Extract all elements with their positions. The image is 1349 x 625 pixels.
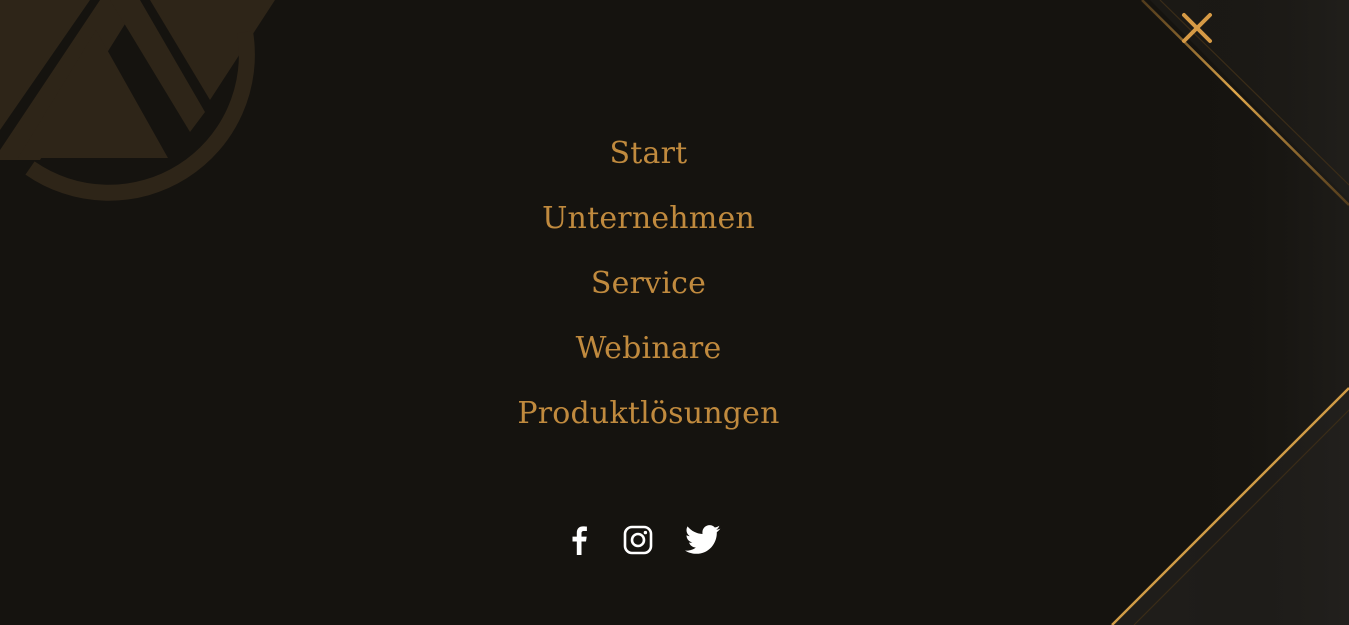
twitter-link[interactable] <box>682 518 724 562</box>
instagram-link[interactable] <box>618 518 658 562</box>
menu-link-service[interactable]: Service <box>591 260 706 308</box>
facebook-icon <box>572 526 587 555</box>
menu-overlay: Start Unternehmen Service Webinare Produ… <box>0 0 1349 625</box>
social-links <box>560 518 724 562</box>
main-menu: Start Unternehmen Service Webinare Produ… <box>0 130 1297 455</box>
close-icon <box>1182 13 1212 43</box>
menu-item-unternehmen: Unternehmen <box>0 195 1297 260</box>
menu-link-produktloesungen[interactable]: Produktlösungen <box>517 390 779 438</box>
menu-link-unternehmen[interactable]: Unternehmen <box>542 195 755 243</box>
instagram-icon <box>623 525 653 555</box>
menu-link-start[interactable]: Start <box>610 130 688 178</box>
close-button[interactable] <box>1176 8 1218 48</box>
menu-item-webinare: Webinare <box>0 325 1297 390</box>
menu-item-produktloesungen: Produktlösungen <box>0 390 1297 455</box>
facebook-link[interactable] <box>560 518 598 562</box>
menu-link-webinare[interactable]: Webinare <box>576 325 722 373</box>
twitter-icon <box>685 525 721 554</box>
menu-item-start: Start <box>0 130 1297 195</box>
menu-item-service: Service <box>0 260 1297 325</box>
